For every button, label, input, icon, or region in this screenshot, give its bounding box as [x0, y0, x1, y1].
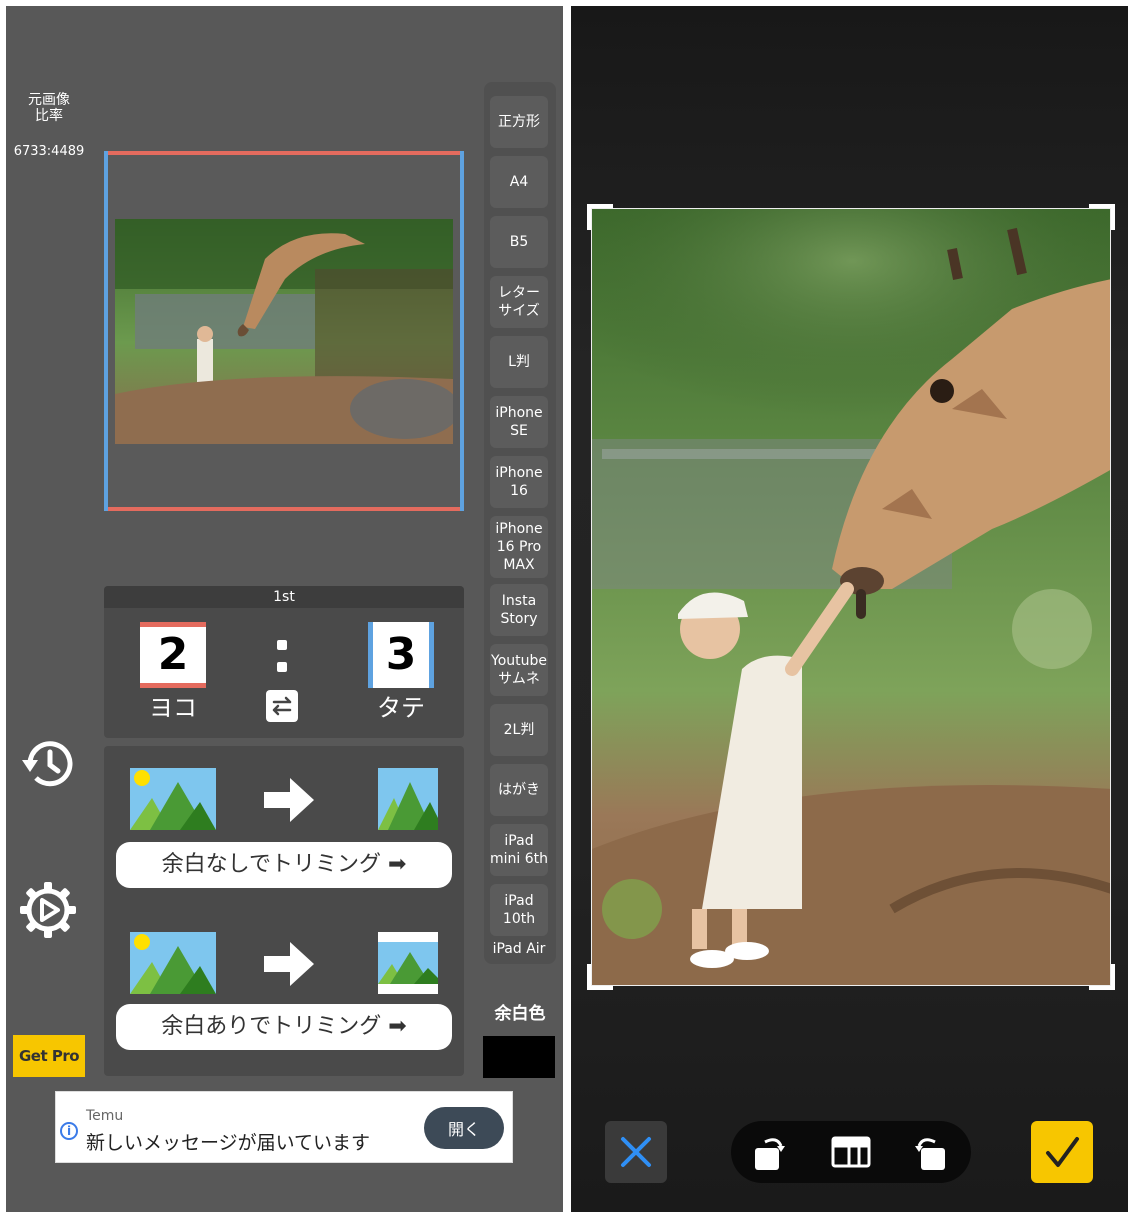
- crop-preview: [104, 151, 464, 511]
- width-label: ヨコ: [149, 694, 197, 722]
- rotate-left-button[interactable]: [749, 1130, 793, 1174]
- cropped-image-icon: [378, 768, 438, 830]
- crop-handle-top-left[interactable]: [587, 204, 613, 230]
- preset-iphone-16[interactable]: iPhone 16: [490, 456, 548, 508]
- aspect-ratio-icon: [831, 1136, 871, 1168]
- aspect-ratio-button[interactable]: [829, 1130, 873, 1174]
- height-label: タテ: [377, 694, 425, 722]
- preset-youtube-thumbnail[interactable]: Youtube サムネ: [490, 644, 548, 696]
- margin-color-label: 余白色: [494, 1004, 546, 1024]
- landscape-image-icon-2: [130, 932, 216, 994]
- preset-a4[interactable]: A4: [490, 156, 548, 208]
- size-preset-list[interactable]: 正方形 A4 B5 レター サイズ L判 iPhone SE iPhone 16…: [484, 82, 556, 964]
- swap-icon: [272, 696, 292, 716]
- preset-iphone-se[interactable]: iPhone SE: [490, 396, 548, 448]
- rotate-right-icon: [915, 1138, 945, 1170]
- cancel-button[interactable]: [605, 1121, 667, 1183]
- arrow-right-icon-2: [264, 942, 314, 986]
- crop-area[interactable]: [587, 204, 1115, 990]
- aspect-ratio-panel: 1st 2 ヨコ 3 タテ: [104, 586, 464, 738]
- trim-with-margin-button[interactable]: 余白ありでトリミング ➡: [116, 1004, 452, 1050]
- trim-without-margin-button[interactable]: 余白なしでトリミング ➡: [116, 842, 452, 888]
- confirm-button[interactable]: [1031, 1121, 1093, 1183]
- preset-2l-size[interactable]: 2L判: [490, 704, 548, 756]
- ad-open-button[interactable]: 開く: [424, 1107, 504, 1149]
- close-icon: [621, 1137, 651, 1167]
- ratio-settings-screen: 元画像 比率 6733:4489 Get Pro 1st 2 ヨコ 3 タテ 余…: [6, 6, 563, 1212]
- preset-ipad-10th[interactable]: iPad 10th: [490, 884, 548, 936]
- crop-photo: [591, 208, 1111, 986]
- original-ratio-title: 元画像 比率: [28, 92, 70, 124]
- preset-ipad-air[interactable]: iPad Air: [490, 936, 548, 962]
- preview-right-edge: [460, 151, 464, 511]
- preview-top-edge: [104, 151, 464, 155]
- arrow-right-icon: [264, 778, 314, 822]
- preview-bottom-edge: [104, 507, 464, 511]
- original-ratio-value: 6733:4489: [13, 144, 85, 159]
- preset-postcard[interactable]: はがき: [490, 764, 548, 816]
- crop-handle-top-right[interactable]: [1089, 204, 1115, 230]
- margin-color-swatch[interactable]: [483, 1036, 555, 1078]
- preview-left-edge: [104, 151, 108, 511]
- preset-letter[interactable]: レター サイズ: [490, 276, 548, 328]
- crop-editor-screen: [571, 6, 1128, 1212]
- preset-insta-story[interactable]: Insta Story: [490, 584, 548, 636]
- preset-square[interactable]: 正方形: [490, 96, 548, 148]
- width-ratio-input[interactable]: 2: [140, 622, 206, 688]
- gear-icon[interactable]: [18, 880, 78, 940]
- margin-image-icon: [378, 932, 438, 994]
- rotate-left-icon: [755, 1138, 785, 1170]
- get-pro-button[interactable]: Get Pro: [13, 1035, 85, 1077]
- crop-toolbar: [731, 1121, 971, 1183]
- preset-b5[interactable]: B5: [490, 216, 548, 268]
- swap-ratio-button[interactable]: [266, 690, 298, 722]
- rotate-right-button[interactable]: [907, 1130, 951, 1174]
- preset-l-size[interactable]: L判: [490, 336, 548, 388]
- preview-photo: [115, 219, 453, 444]
- ad-banner[interactable]: i Temu 新しいメッセージが届いています 開く: [55, 1091, 513, 1163]
- ratio-colon: [270, 640, 294, 680]
- info-icon[interactable]: i: [60, 1122, 78, 1140]
- crop-handle-bottom-left[interactable]: [587, 964, 613, 990]
- height-ratio-input[interactable]: 3: [368, 622, 434, 688]
- step-label: 1st: [104, 586, 464, 608]
- landscape-image-icon: [130, 768, 216, 830]
- check-icon: [1046, 1137, 1079, 1167]
- ad-message: 新しいメッセージが届いています: [86, 1132, 371, 1154]
- trim-options-panel: 余白なしでトリミング ➡ 余白ありでトリミング ➡: [104, 746, 464, 1076]
- ad-brand: Temu: [86, 1108, 124, 1124]
- history-icon[interactable]: [18, 734, 78, 794]
- preset-ipad-mini[interactable]: iPad mini 6th: [490, 824, 548, 876]
- crop-handle-bottom-right[interactable]: [1089, 964, 1115, 990]
- preset-iphone-16-pro-max[interactable]: iPhone 16 Pro MAX: [490, 516, 548, 578]
